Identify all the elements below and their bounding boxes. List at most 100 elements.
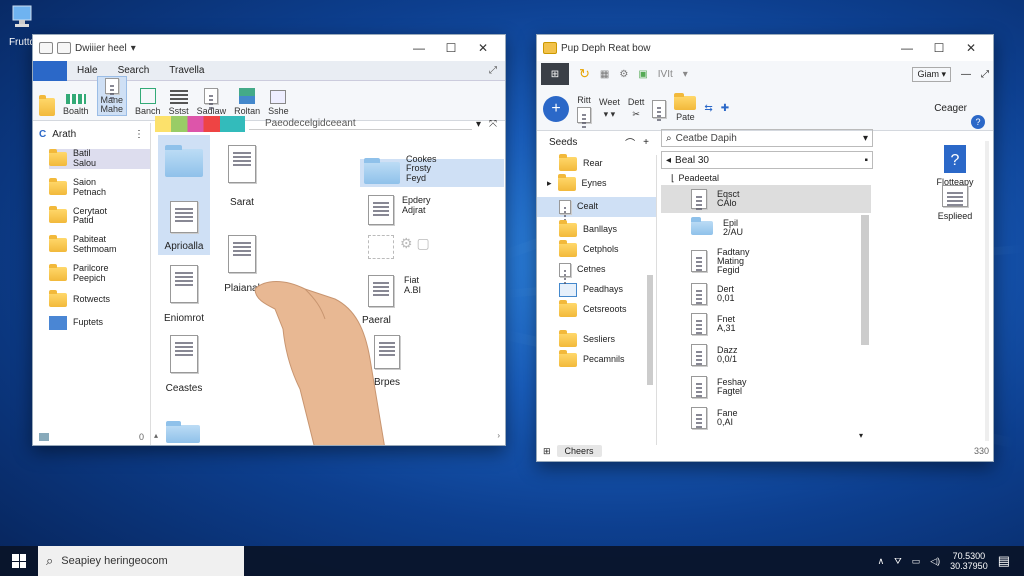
quick-access-icon[interactable] [39,42,53,54]
file-item[interactable]: Ceastes [156,335,212,394]
file-row[interactable]: Dazz 0,0/1 [661,339,871,371]
chevron-down-icon[interactable]: ▾ [863,133,868,144]
add-button[interactable]: + [543,95,569,122]
refresh-icon[interactable]: ↻ [579,66,590,82]
file-row[interactable]: Fane 0,AI [661,403,871,433]
help-icon[interactable]: ? [971,115,985,129]
ribbon-button-1[interactable]: Boalth [63,94,89,116]
maximize-button[interactable]: ☐ [435,41,467,55]
start-button[interactable] [0,546,38,576]
ribbon-button-pate[interactable]: Pate [674,92,697,122]
file-item[interactable]: Aprioalla [158,135,210,255]
toolbar-label[interactable]: IVIt [658,69,673,80]
battery-icon[interactable]: ▭ [912,556,921,567]
search-input[interactable]: Ceatbe Dapih [676,133,859,144]
file-row[interactable]: Fnet A,31 [661,309,871,339]
path-bar[interactable]: ◂ Beal 30 ▪ [661,151,873,169]
info-icon[interactable]: 0 [139,432,144,442]
maximize-button[interactable]: ☐ [923,41,955,55]
search-box[interactable]: ⌕ Ceatbe Dapih ▾ [661,129,873,147]
file-item[interactable]: Epdery Adjrat [368,195,488,225]
sidebar-item[interactable]: Fuptets [49,315,150,330]
file-item-selected[interactable]: Cookes Frosty Feyd [360,154,504,187]
add-icon[interactable]: + [643,137,657,148]
pane-icon[interactable]: Esplieed [925,185,985,221]
file-tab[interactable] [33,60,67,81]
image-icon[interactable]: ▣ [638,69,647,80]
tab-travel[interactable]: Travella [159,61,214,81]
ribbon-button-ritt[interactable]: Ritt [577,95,591,130]
properties-icon[interactable] [57,42,71,54]
back-icon[interactable]: ◂ [666,155,671,166]
pin-icon[interactable]: ⤢ [489,65,505,76]
taskbar-search-box[interactable]: ⌕ Seapiey heringeocom [38,546,244,576]
sidebar-item[interactable]: Rear [537,154,656,171]
view-dropdown[interactable]: Giam ▾ [912,66,951,82]
notifications-icon[interactable]: ▤ [998,553,1010,569]
sidebar-item[interactable]: Sesliers [537,330,656,347]
ribbon-button-dett[interactable]: Dett ✂ [628,97,645,120]
file-item[interactable]: Eniomrot [156,265,212,324]
pin-icon[interactable]: ✚ [721,103,729,114]
view-icon[interactable] [39,433,49,441]
expand-icon[interactable]: ⤢ [981,69,989,80]
ribbon-button-2[interactable]: Mane Mahe [96,76,128,116]
sidebar-item[interactable]: Parilcore Peepich [49,263,150,284]
scroll-arrows[interactable]: ▾ [859,431,863,440]
file-row-selected[interactable]: Eqsct CAlo [661,185,871,213]
content-scrollbar[interactable] [861,215,869,345]
taskbar-search-text[interactable]: Seapiey heringeocom [61,555,167,567]
collapse-icon[interactable]: ⌒ [625,135,635,150]
chevron-up-icon[interactable]: ∧ [878,556,885,567]
sidebar-scrollbar[interactable] [647,275,653,385]
sidebar-item[interactable]: Cetsreoots [537,300,656,317]
sidebar-item[interactable]: Rotwects [49,289,150,307]
expand-icon[interactable]: ⤧ [485,119,501,130]
sidebar-item-selected[interactable]: Cealt [537,197,656,223]
sidebar-item[interactable]: Cetphols [537,240,656,257]
view-icon[interactable]: ⊞ [543,446,551,457]
more-icon[interactable]: ⋮ [134,129,150,140]
nav-icons[interactable] [155,116,245,132]
file-item[interactable]: Sarat [216,145,268,208]
sidebar-item[interactable]: Cerytaot Patid [49,206,150,227]
paste-button[interactable] [39,95,55,116]
pane-scrollbar[interactable] [985,141,989,441]
gear-icon[interactable]: ⚙ [619,69,628,80]
sidebar-item[interactable]: Banllays [537,220,656,237]
file-row[interactable]: Fadtany Mating Fegid [661,243,871,279]
chevron-down-icon[interactable]: ▾ [131,43,136,54]
ribbon-button-5[interactable]: Sadlaw [197,88,226,116]
network-icon[interactable]: ⛛ [894,556,902,567]
file-row[interactable]: Feshay Fagtel [661,371,871,403]
dropdown-icon[interactable]: ▪ [864,155,868,166]
ribbon-button-3[interactable]: Banch [135,88,161,116]
clock[interactable]: 70.5300 30.37950 [950,551,988,572]
ribbon-button-document[interactable] [652,99,667,123]
app-menu-button[interactable]: ⊞ [541,63,569,85]
minimize-button[interactable]: — [891,41,923,55]
ribbon-button-weet[interactable]: Weet ▾ ▾ [599,97,620,120]
ribbon-button-6[interactable]: Roltan [234,88,260,116]
share-icon[interactable]: ⇆ [704,103,712,114]
sidebar-item[interactable]: Pecamnils [537,350,656,367]
minimize-ribbon-button[interactable]: — [961,69,971,80]
sidebar-item[interactable]: Batil Salou [49,148,150,169]
ceager-label[interactable]: Ceager [934,103,987,114]
address-input[interactable]: Paeodecelgidceeant [249,118,472,130]
sidebar-item[interactable]: Cetnes [537,263,656,286]
chevron-down-icon[interactable]: ▾ [683,69,688,80]
pane-icon[interactable]: ? Flotteapy [925,143,985,187]
sidebar-item[interactable]: Pabiteat Sethmoam [49,234,150,255]
file-row[interactable]: Dert 0,01 [661,279,871,309]
chevron-down-icon[interactable]: ▾ [476,119,481,130]
minimize-button[interactable]: — [403,41,435,55]
grid-icon[interactable]: ▦ [600,69,609,80]
sidebar-item[interactable]: ▸ Eynes [537,174,656,191]
refresh-icon[interactable]: C [39,129,46,140]
file-row[interactable]: Epil 2/AU [661,213,871,243]
close-button[interactable]: ✕ [955,41,987,55]
sidebar-item[interactable]: Saion Petnach [49,177,150,198]
volume-icon[interactable]: ◁) [930,556,940,567]
close-button[interactable]: ✕ [467,41,499,55]
